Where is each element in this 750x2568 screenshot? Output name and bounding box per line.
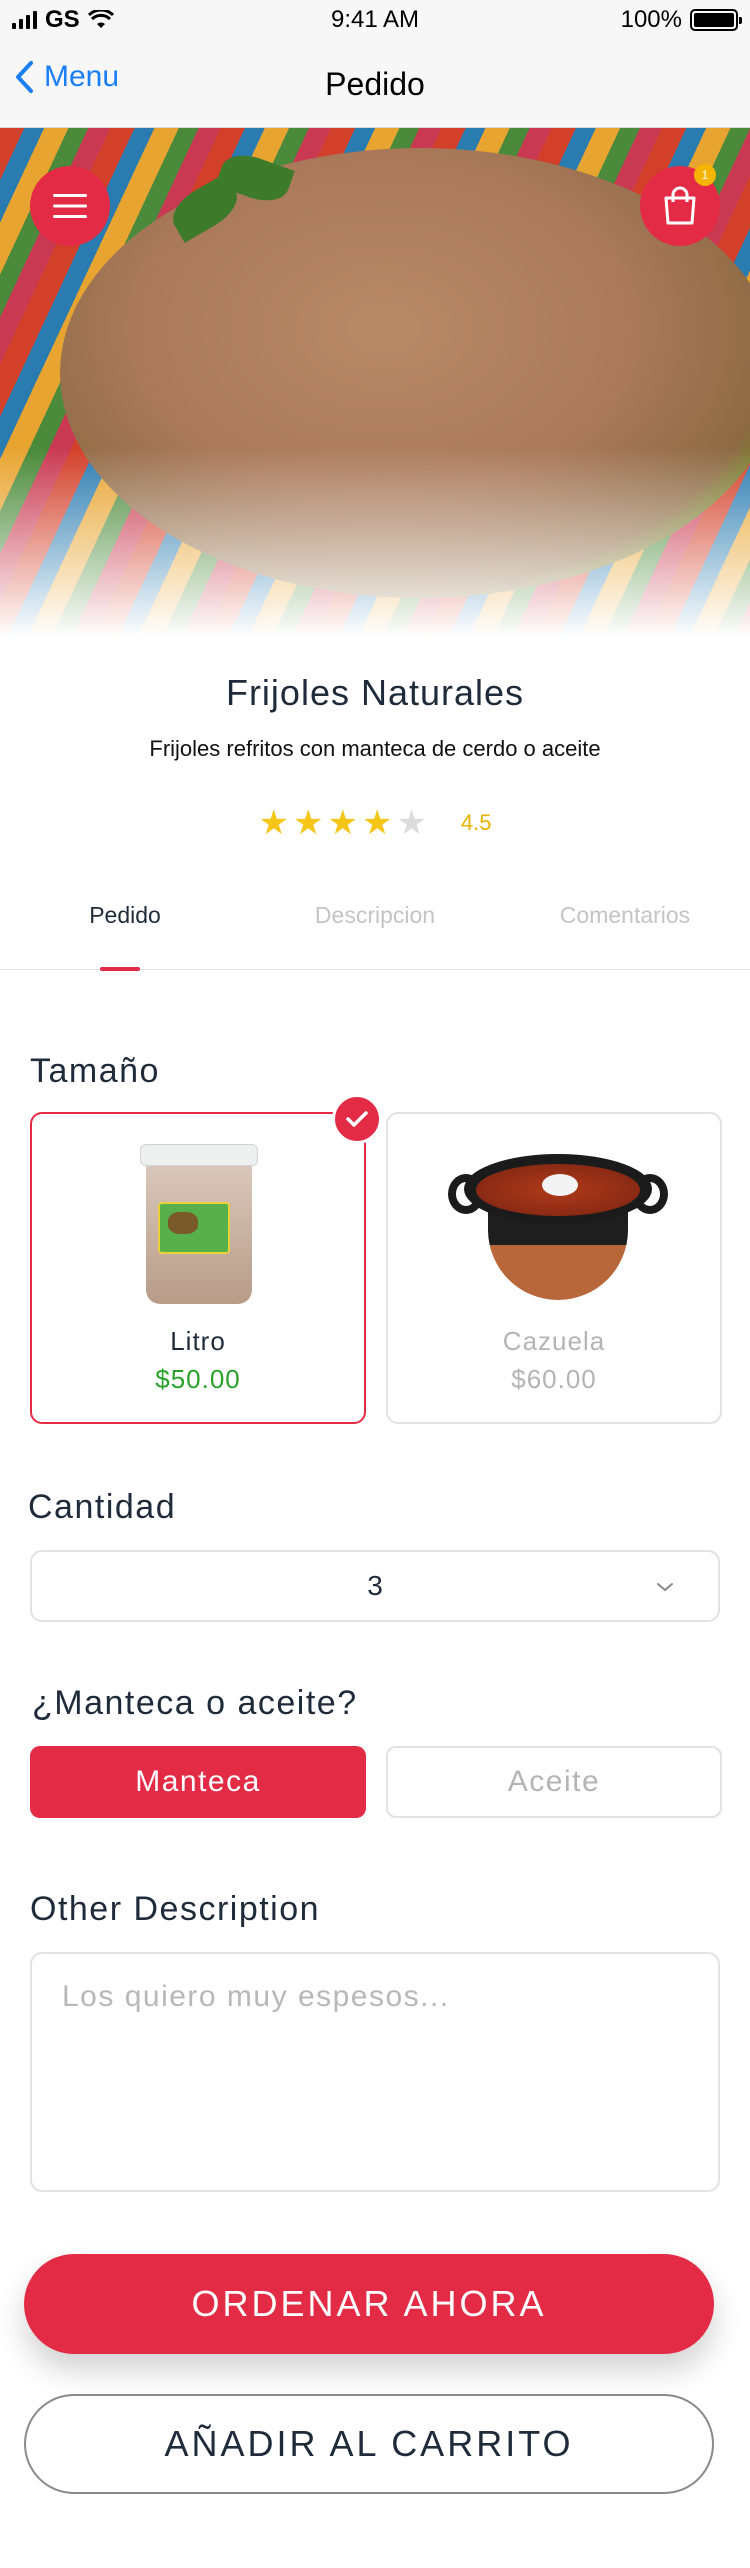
hero-fade <box>0 448 750 648</box>
star-icon: ★ <box>327 804 358 842</box>
quantity-label: Cantidad <box>28 1488 177 1526</box>
product-subtitle: Frijoles refritos con manteca de cerdo o… <box>149 736 601 761</box>
battery-icon <box>690 9 742 31</box>
option-manteca-button[interactable]: Manteca <box>30 1746 366 1818</box>
star-icon: ★ <box>292 804 324 842</box>
tab-comentarios[interactable]: Comentarios <box>500 902 750 929</box>
cart-count-badge: 1 <box>694 164 716 186</box>
check-icon <box>332 1094 382 1144</box>
clay-pot-image <box>448 1154 668 1304</box>
size-option-name: Litro <box>170 1326 226 1356</box>
size-label: Tamaño <box>30 1052 160 1090</box>
hero-image: 1 <box>0 128 750 648</box>
star-icon: ★ <box>361 804 393 842</box>
order-now-button[interactable]: ORDENAR AHORA <box>24 2254 714 2354</box>
fat-label: ¿Manteca o aceite? <box>32 1684 358 1722</box>
active-tab-indicator <box>100 967 140 971</box>
size-option-name: Cazuela <box>502 1326 606 1356</box>
product-rating: ★ ★ ★ ★ ★ 4.5 <box>0 806 750 840</box>
tab-descripcion[interactable]: Descripcion <box>250 902 500 929</box>
status-right: 100% <box>620 6 742 34</box>
tab-bar: Pedido Descripcion Comentarios <box>0 880 750 971</box>
menu-button[interactable] <box>30 166 110 246</box>
size-option-price: $50.00 <box>155 1364 241 1394</box>
star-icon: ★ <box>258 804 289 842</box>
quantity-value: 3 <box>367 1570 383 1601</box>
quantity-select[interactable]: 3 <box>30 1550 720 1622</box>
add-to-cart-button[interactable]: AÑADIR AL CARRITO <box>24 2394 714 2494</box>
jar-image <box>140 1144 258 1304</box>
navigation-bar: Menu Pedido <box>0 40 750 128</box>
other-description-field[interactable] <box>30 1952 720 2192</box>
size-option-cazuela[interactable]: Cazuela $60.00 <box>386 1112 722 1424</box>
product-title: Frijoles Naturales <box>225 672 525 713</box>
option-aceite-button[interactable]: Aceite <box>386 1746 722 1818</box>
cart-button[interactable]: 1 <box>640 164 720 246</box>
shopping-bag-icon <box>664 186 696 225</box>
tab-pedido[interactable]: Pedido <box>0 902 250 929</box>
other-description-label: Other Description <box>30 1890 321 1928</box>
size-option-price: $60.00 <box>511 1364 597 1394</box>
size-option-litro[interactable]: Litro $50.00 <box>30 1112 366 1424</box>
star-empty-icon: ★ <box>396 804 427 842</box>
status-bar: GS 9:41 AM 100% <box>0 0 750 40</box>
hamburger-icon <box>53 194 87 218</box>
page-title: Pedido <box>325 66 425 102</box>
battery-percent: 100% <box>620 6 682 33</box>
rating-value: 4.5 <box>460 810 492 835</box>
chevron-down-icon <box>657 1583 673 1592</box>
